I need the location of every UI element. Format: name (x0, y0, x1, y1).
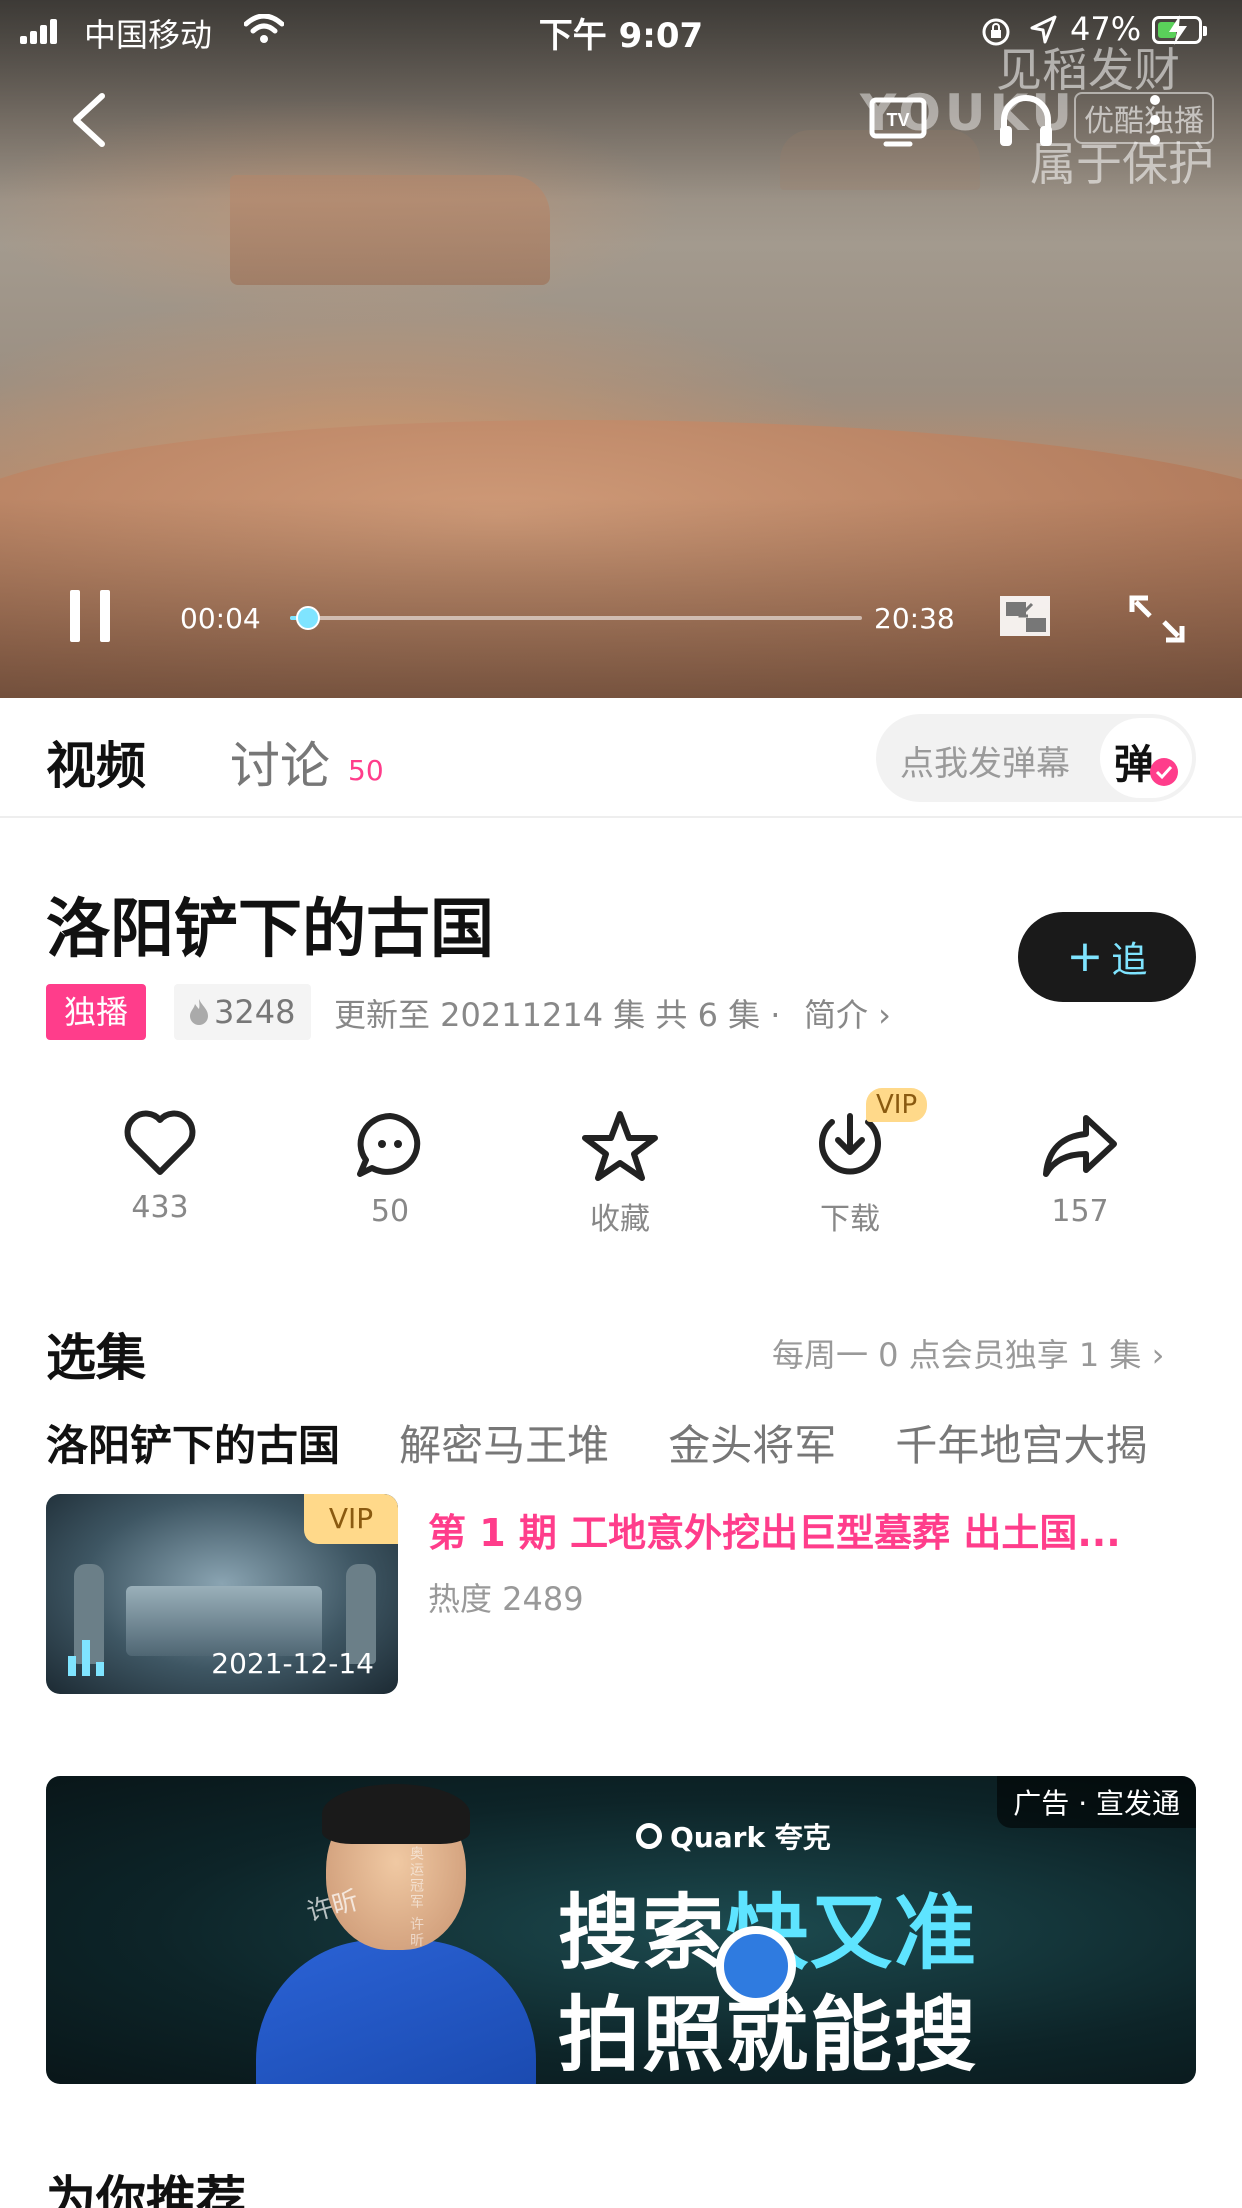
heat-value: 3248 (214, 993, 296, 1031)
heat-chip: 3248 (174, 984, 312, 1040)
rotation-lock-icon (982, 18, 1010, 46)
current-time: 00:04 (180, 602, 261, 635)
watermark-text-2: 属于保护 (1030, 137, 1214, 191)
fullscreen-icon[interactable] (1128, 594, 1186, 644)
progress-knob[interactable] (296, 606, 320, 630)
recommend-title: 为你推荐 (46, 2171, 246, 2208)
danmaku-input[interactable]: 点我发弹幕 弹 (876, 714, 1196, 802)
favorite-action[interactable]: 收藏 (540, 1110, 700, 1250)
favorite-label: 收藏 (590, 1202, 650, 1237)
heart-icon (124, 1110, 196, 1175)
episode-vip-tag: VIP (304, 1494, 398, 1544)
thumbnail-tomb (126, 1586, 322, 1656)
tab-video[interactable]: 视频 (46, 726, 146, 798)
tv-icon[interactable]: TV (868, 90, 928, 150)
share-icon (1043, 1115, 1117, 1177)
video-player[interactable]: 见稻发财 YOUKU 优酷独播 属于保护 中国移动 下午 9:07 47% TV… (0, 0, 1242, 698)
ad-brand-name: Quark 夸克 (670, 1821, 831, 1854)
series-tab[interactable]: 千年地宫大揭 (895, 1412, 1147, 1472)
like-action[interactable]: 433 (80, 1110, 240, 1250)
headphone-icon[interactable] (996, 92, 1056, 148)
discussion-count-badge: 50 (348, 754, 384, 787)
ad-brand: Quark 夸克 (636, 1816, 831, 1856)
episode-title: 第 1 期 工地意外挖出巨型墓葬 出土国... (428, 1511, 1121, 1555)
flame-icon (190, 999, 208, 1025)
intro-link[interactable]: 简介 › (804, 990, 891, 1036)
series-tab[interactable]: 洛阳铲下的古国 (46, 1412, 340, 1472)
now-playing-icon (68, 1636, 108, 1676)
follow-button[interactable]: + 追 (1018, 912, 1196, 1002)
plus-icon: + (1066, 931, 1104, 982)
quark-logo-icon (636, 1823, 662, 1849)
episode-item[interactable]: VIP 2021-12-14 第 1 期 工地意外挖出巨型墓葬 出土国... 热… (46, 1494, 1196, 1694)
more-icon[interactable] (1140, 92, 1170, 148)
tab-discussion[interactable]: 讨论 (230, 726, 330, 798)
action-row: 433 50 收藏 VIP 下载 157 (0, 1088, 1242, 1250)
status-bar: 中国移动 下午 9:07 47% (0, 0, 1242, 62)
total-time: 20:38 (874, 602, 955, 635)
player-bottom-shade (0, 498, 1242, 698)
exclusive-badge: 独播 (46, 984, 147, 1040)
share-count: 157 (1051, 1194, 1109, 1229)
ad-headline-1a: 搜索 (558, 1886, 727, 1981)
series-tab[interactable]: 金头将军 (668, 1412, 836, 1472)
download-action[interactable]: VIP 下载 (770, 1088, 930, 1250)
comment-count: 50 (370, 1194, 410, 1229)
location-arrow-icon (1030, 15, 1057, 44)
ping-pong-paddle-image (716, 1926, 796, 2006)
svg-text:TV: TV (886, 110, 909, 130)
series-tabs: 洛阳铲下的古国 解密马王堆 金头将军 千年地宫大揭 (46, 1412, 1242, 1472)
battery-icon (1152, 15, 1207, 45)
episode-date: 2021-12-14 (211, 1647, 374, 1680)
danmaku-toggle-label: 弹 (1114, 742, 1154, 788)
danmaku-placeholder: 点我发弹幕 (900, 744, 1070, 784)
episode-heat: 热度 2489 (428, 1580, 584, 1618)
series-tab[interactable]: 解密马王堆 (399, 1412, 609, 1472)
episode-thumbnail: VIP 2021-12-14 (46, 1494, 398, 1694)
pip-icon[interactable] (998, 594, 1052, 638)
episodes-title: 选集 (46, 1329, 146, 1387)
charging-bolt-icon (1169, 15, 1187, 45)
battery-percent: 47% (1070, 10, 1142, 48)
detail-tabs: 视频 讨论 50 点我发弹幕 弹 (0, 698, 1242, 818)
ad-person-image (256, 1784, 536, 2084)
show-title: 洛阳铲下的古国 (46, 893, 494, 967)
comment-icon (357, 1113, 421, 1177)
ad-tag: 广告 · 宣发通 (997, 1776, 1196, 1828)
ad-caption: 奥运冠军 许昕 (408, 1846, 424, 1949)
back-icon[interactable] (64, 90, 114, 150)
star-icon (582, 1111, 658, 1181)
episodes-note[interactable]: 每周一 0 点会员独享 1 集 › (772, 1330, 1164, 1376)
ad-banner[interactable]: 许昕 奥运冠军 许昕 Quark 夸克 搜索快又准 拍照就能搜 广告 · 宣发通 (46, 1776, 1196, 2084)
danmaku-toggle-button[interactable]: 弹 (1100, 718, 1192, 798)
follow-label: 追 (1111, 940, 1148, 981)
update-info: 更新至 20211214 集 共 6 集 · (334, 996, 781, 1034)
progress-bar[interactable] (290, 606, 862, 630)
share-action[interactable]: 157 (1000, 1110, 1160, 1250)
comment-action[interactable]: 50 (310, 1110, 470, 1250)
pause-icon[interactable] (68, 590, 114, 646)
download-label: 下载 (820, 1202, 880, 1237)
danmaku-on-check-icon (1150, 758, 1178, 786)
download-vip-tag: VIP (866, 1088, 928, 1122)
like-count: 433 (131, 1190, 189, 1225)
